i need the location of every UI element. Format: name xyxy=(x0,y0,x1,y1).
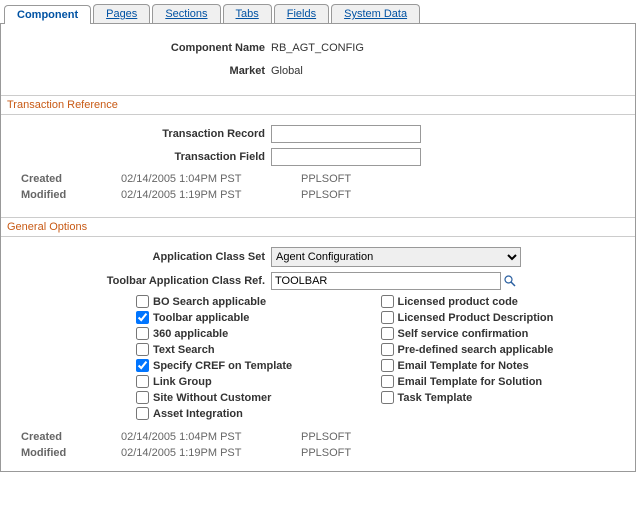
checkbox-row: Email Template for Notes xyxy=(381,359,626,372)
toolbar-ref-label: Toolbar Application Class Ref. xyxy=(11,275,271,287)
general-options-title: General Options xyxy=(1,217,635,237)
checkbox-grid: BO Search applicable Toolbar applicable 36… xyxy=(11,295,625,423)
checkbox[interactable] xyxy=(136,407,149,420)
checkbox-row: Licensed Product Description xyxy=(381,311,626,324)
checkbox[interactable] xyxy=(136,359,149,372)
checkbox-label: Licensed Product Description xyxy=(398,312,554,324)
checkbox-label: Pre-defined search applicable xyxy=(398,344,554,356)
checkbox-label: Self service confirmation xyxy=(398,328,529,340)
checkbox-label: BO Search applicable xyxy=(153,296,266,308)
tab-sections[interactable]: Sections xyxy=(152,4,220,23)
go-created-user: PPLSOFT xyxy=(301,431,351,443)
checkbox-label: Task Template xyxy=(398,392,473,404)
tr-created-date: 02/14/2005 1:04PM PST xyxy=(121,173,301,185)
checkbox-row: Specify CREF on Template xyxy=(136,359,381,372)
checkbox-row: Text Search xyxy=(136,343,381,356)
checkbox-row: BO Search applicable xyxy=(136,295,381,308)
general-options-body: Application Class Set Agent Configuratio… xyxy=(1,237,635,471)
checkbox-label: Text Search xyxy=(153,344,215,356)
checkbox-label: Site Without Customer xyxy=(153,392,271,404)
market-label: Market xyxy=(11,65,271,77)
checkbox[interactable] xyxy=(381,391,394,404)
checkbox-label: 360 applicable xyxy=(153,328,228,340)
app-class-set-label: Application Class Set xyxy=(11,251,271,263)
checkbox-label: Licensed product code xyxy=(398,296,518,308)
checkbox-label: Link Group xyxy=(153,376,212,388)
checkbox-row: Pre-defined search applicable xyxy=(381,343,626,356)
checkbox[interactable] xyxy=(136,311,149,324)
tab-pages[interactable]: Pages xyxy=(93,4,150,23)
checkbox[interactable] xyxy=(381,343,394,356)
go-modified-user: PPLSOFT xyxy=(301,447,351,459)
app-class-set-select[interactable]: Agent Configuration xyxy=(271,247,521,267)
checkbox[interactable] xyxy=(381,375,394,388)
checkbox-row: Task Template xyxy=(381,391,626,404)
page-body: Component Name RB_AGT_CONFIG Market Glob… xyxy=(0,24,636,472)
tr-modified-user: PPLSOFT xyxy=(301,189,351,201)
checkbox-row: 360 applicable xyxy=(136,327,381,340)
checkbox[interactable] xyxy=(136,375,149,388)
component-name-value: RB_AGT_CONFIG xyxy=(271,42,364,54)
checkbox-col-right: Licensed product code Licensed Product De… xyxy=(381,295,626,423)
checkbox-row: Email Template for Solution xyxy=(381,375,626,388)
checkbox[interactable] xyxy=(381,295,394,308)
tr-created-user: PPLSOFT xyxy=(301,173,351,185)
checkbox-label: Email Template for Notes xyxy=(398,360,529,372)
tabstrip: Component Pages Sections Tabs Fields Sys… xyxy=(0,0,636,24)
checkbox-row: Asset Integration xyxy=(136,407,381,420)
transaction-field-label: Transaction Field xyxy=(11,151,271,163)
transaction-reference-title: Transaction Reference xyxy=(1,95,635,115)
market-value: Global xyxy=(271,65,303,77)
tab-fields[interactable]: Fields xyxy=(274,4,329,23)
checkbox-row: Site Without Customer xyxy=(136,391,381,404)
checkbox-row: Self service confirmation xyxy=(381,327,626,340)
lookup-icon[interactable] xyxy=(503,274,517,288)
transaction-field-input[interactable] xyxy=(271,148,421,166)
transaction-reference-body: Transaction Record Transaction Field Cre… xyxy=(1,115,635,217)
checkbox[interactable] xyxy=(381,327,394,340)
checkbox-label: Specify CREF on Template xyxy=(153,360,292,372)
checkbox-row: Toolbar applicable xyxy=(136,311,381,324)
tab-tabs[interactable]: Tabs xyxy=(223,4,272,23)
transaction-record-label: Transaction Record xyxy=(11,128,271,140)
header-block: Component Name RB_AGT_CONFIG Market Glob… xyxy=(1,24,635,95)
tab-system-data[interactable]: System Data xyxy=(331,4,420,23)
tr-created-label: Created xyxy=(21,173,121,185)
checkbox[interactable] xyxy=(136,295,149,308)
tab-component[interactable]: Component xyxy=(4,5,91,24)
transaction-record-input[interactable] xyxy=(271,125,421,143)
checkbox[interactable] xyxy=(381,359,394,372)
checkbox[interactable] xyxy=(136,343,149,356)
checkbox[interactable] xyxy=(381,311,394,324)
checkbox[interactable] xyxy=(136,327,149,340)
component-name-label: Component Name xyxy=(11,42,271,54)
checkbox-label: Toolbar applicable xyxy=(153,312,249,324)
checkbox[interactable] xyxy=(136,391,149,404)
tr-modified-date: 02/14/2005 1:19PM PST xyxy=(121,189,301,201)
toolbar-ref-input[interactable] xyxy=(271,272,501,290)
checkbox-row: Link Group xyxy=(136,375,381,388)
go-modified-label: Modified xyxy=(21,447,121,459)
checkbox-col-left: BO Search applicable Toolbar applicable 36… xyxy=(136,295,381,423)
go-created-date: 02/14/2005 1:04PM PST xyxy=(121,431,301,443)
checkbox-label: Email Template for Solution xyxy=(398,376,543,388)
tr-modified-label: Modified xyxy=(21,189,121,201)
checkbox-row: Licensed product code xyxy=(381,295,626,308)
checkbox-label: Asset Integration xyxy=(153,408,243,420)
go-modified-date: 02/14/2005 1:19PM PST xyxy=(121,447,301,459)
go-created-label: Created xyxy=(21,431,121,443)
